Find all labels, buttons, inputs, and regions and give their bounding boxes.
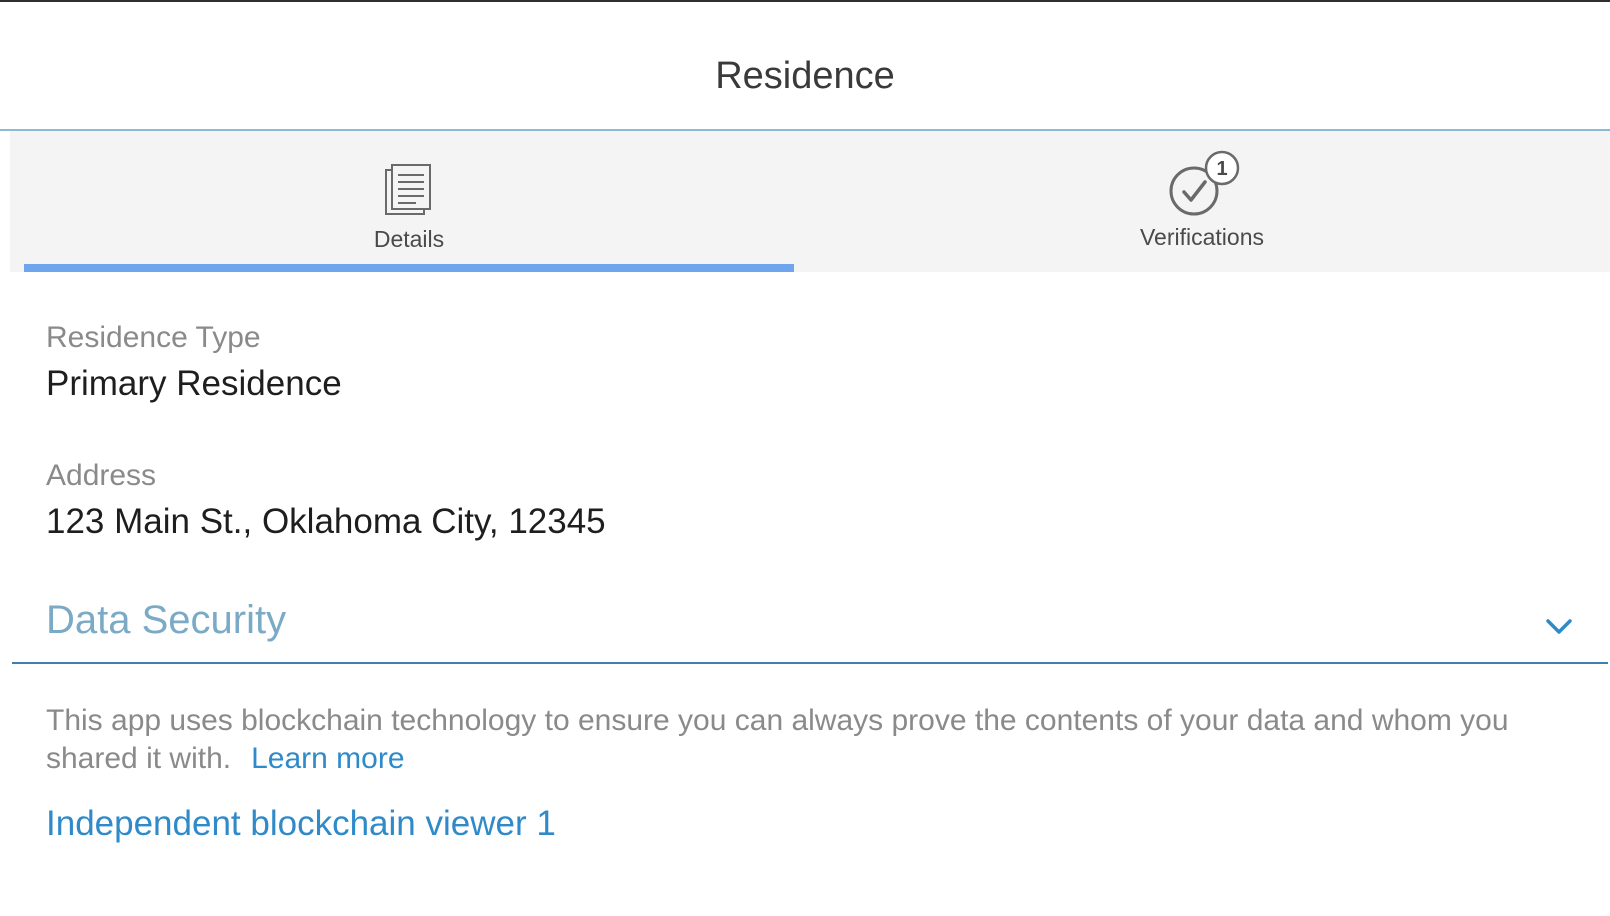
address-value: 123 Main St., Oklahoma City, 12345 — [46, 502, 606, 541]
data-security-description: This app uses blockchain technology to e… — [46, 702, 1566, 778]
tab-bar: Details 1 Verifications — [10, 131, 1610, 272]
document-list-icon — [385, 164, 431, 215]
blockchain-viewer-link[interactable]: Independent blockchain viewer 1 — [46, 804, 556, 844]
address-label: Address — [46, 459, 157, 492]
verifications-badge: 1 — [1216, 158, 1227, 180]
residence-type-value: Primary Residence — [46, 364, 342, 403]
tab-verifications-label: Verifications — [1139, 224, 1264, 250]
window-top-border — [0, 0, 1610, 2]
data-security-header[interactable]: Data Security — [12, 590, 1608, 664]
check-circle-icon: 1 — [1169, 150, 1240, 216]
tab-verifications[interactable]: 1 Verifications — [794, 131, 1610, 272]
tab-details-label: Details — [373, 226, 445, 252]
page-title: Residence — [715, 55, 895, 97]
data-security-title: Data Security — [46, 598, 287, 642]
tab-details[interactable]: Details — [24, 131, 794, 272]
chevron-down-icon[interactable] — [1542, 612, 1576, 640]
active-tab-indicator — [24, 264, 794, 272]
residence-type-label: Residence Type — [46, 321, 261, 354]
learn-more-link[interactable]: Learn more — [251, 742, 404, 775]
